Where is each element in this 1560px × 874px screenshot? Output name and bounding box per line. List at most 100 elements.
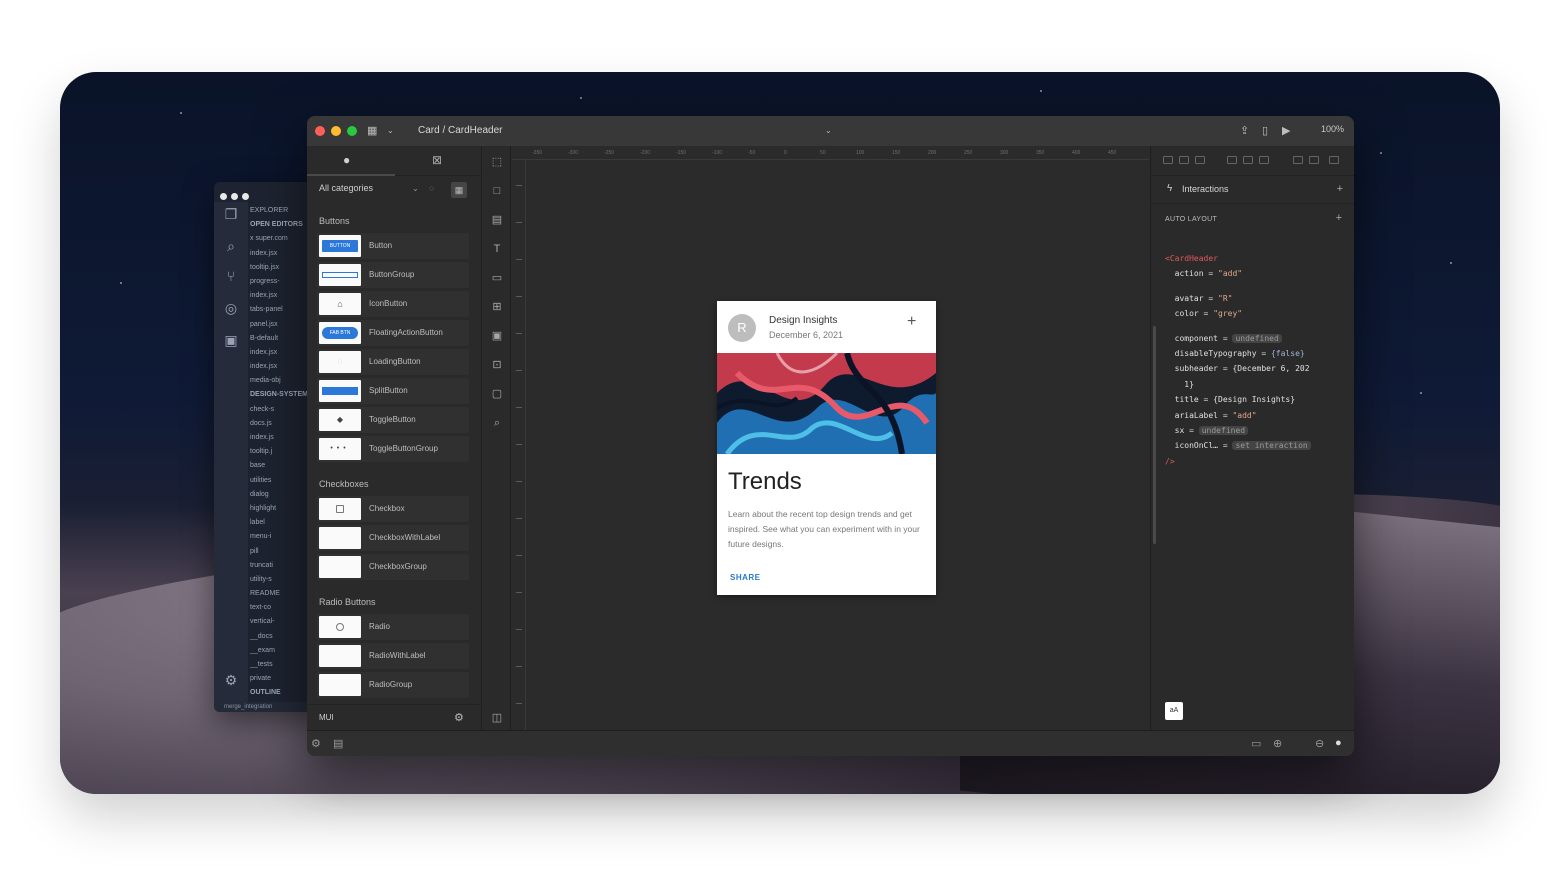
gear-icon[interactable]: ⚙	[454, 711, 464, 724]
breadcrumb[interactable]: Card / CardHeader	[418, 125, 502, 136]
source-control-icon[interactable]: ⑂	[223, 268, 239, 284]
section-title: Checkboxes	[319, 479, 369, 489]
interactions-section[interactable]: ϟ Interactions +	[1151, 176, 1354, 204]
prop-value[interactable]: "add"	[1232, 411, 1256, 420]
component-item[interactable]: Radio	[317, 614, 469, 640]
card-preview[interactable]: R Design Insights December 6, 2021 + Tre…	[717, 301, 936, 595]
inspector-scrollbar[interactable]	[1153, 326, 1156, 544]
component-item[interactable]: CheckboxGroup	[317, 554, 469, 580]
text-style-swatch[interactable]: aA	[1165, 702, 1183, 720]
component-item[interactable]: CheckboxWithLabel	[317, 525, 469, 551]
align-top-icon[interactable]	[1227, 156, 1237, 164]
screen-icon[interactable]: ▭	[1251, 737, 1261, 750]
align-left-icon[interactable]	[1163, 156, 1173, 164]
prop-key: sx	[1174, 426, 1185, 436]
code-icon[interactable]: ◫	[491, 712, 503, 724]
search-icon[interactable]: ○	[429, 183, 434, 193]
radio-group-thumbnail	[319, 674, 361, 696]
add-auto-layout-icon[interactable]: +	[1336, 212, 1342, 224]
design-canvas[interactable]: -350 -300 -250 -200 -150 -100 -50 0 50 100 150 2…	[512, 146, 1149, 734]
set-interaction-button[interactable]: set interaction	[1232, 441, 1311, 451]
component-item[interactable]: RadioGroup	[317, 672, 469, 698]
library-select[interactable]: MUI	[319, 713, 334, 722]
add-interaction-icon[interactable]: +	[1337, 183, 1343, 195]
settings-icon[interactable]: ⚙	[311, 737, 321, 750]
component-item[interactable]: BUTTON Button	[317, 233, 469, 259]
text-icon[interactable]: T	[491, 243, 503, 255]
code-tag-close: />	[1165, 456, 1175, 466]
props-code-editor[interactable]: <CardHeader action = "add" avatar = "R" …	[1165, 251, 1350, 469]
prop-value[interactable]: "R"	[1218, 294, 1232, 303]
component-label: RadioWithLabel	[369, 651, 426, 660]
layout-icon[interactable]: ⊞	[491, 301, 503, 313]
share-icon[interactable]: ⇪	[1240, 124, 1249, 137]
distribute-h-icon[interactable]	[1293, 156, 1303, 164]
gear-icon[interactable]: ⚙	[223, 672, 239, 688]
share-button[interactable]: SHARE	[730, 573, 761, 582]
chevron-down-icon[interactable]: ⌄	[387, 126, 394, 135]
component-item[interactable]: ButtonGroup	[317, 262, 469, 288]
component-label: ButtonGroup	[369, 270, 415, 279]
add-icon[interactable]: +	[907, 313, 916, 331]
components-tab-icon[interactable]: ●	[343, 153, 350, 167]
align-right-icon[interactable]	[1195, 156, 1205, 164]
branch-name[interactable]: merge_integration	[224, 704, 272, 710]
prop-value[interactable]: "add"	[1218, 269, 1242, 278]
close-window-button[interactable]	[315, 126, 325, 136]
container-icon[interactable]: ⊡	[491, 359, 503, 371]
star	[1380, 152, 1382, 154]
device-icon[interactable]: ▯	[1262, 124, 1268, 137]
input-icon[interactable]: ▭	[491, 272, 503, 284]
component-item[interactable]: Checkbox	[317, 496, 469, 522]
align-middle-icon[interactable]	[1243, 156, 1253, 164]
minus-circle-icon[interactable]: ⊖	[1315, 737, 1324, 750]
zoom-level[interactable]: 100%	[1321, 124, 1344, 134]
checkbox-thumbnail	[319, 498, 361, 520]
minimize-window-button[interactable]	[331, 126, 341, 136]
search-icon[interactable]: ⌕	[223, 238, 239, 254]
layers-icon[interactable]: ▤	[333, 737, 343, 750]
select-frame-icon[interactable]: ⬚	[491, 156, 503, 168]
align-center-icon[interactable]	[1179, 156, 1189, 164]
prop-value[interactable]: {December 6, 202	[1232, 364, 1309, 373]
checkbox-group-thumbnail	[319, 556, 361, 578]
component-item[interactable]: ◌ LoadingButton	[317, 349, 469, 375]
files-icon[interactable]: ❐	[223, 206, 239, 222]
prop-value-continued[interactable]: 1}	[1184, 380, 1194, 389]
component-label: ToggleButtonGroup	[369, 444, 438, 453]
rectangle-icon[interactable]: □	[491, 185, 503, 197]
card-media-image	[717, 353, 936, 454]
tidy-icon[interactable]	[1329, 156, 1339, 164]
grid-view-icon[interactable]: ▦	[451, 182, 467, 198]
comment-icon[interactable]: ▢	[491, 388, 503, 400]
component-label: Button	[369, 241, 393, 250]
help-icon[interactable]: ●	[1335, 737, 1342, 749]
component-item[interactable]: ••• ToggleButtonGroup	[317, 436, 469, 462]
component-item[interactable]: RadioWithLabel	[317, 643, 469, 669]
chevron-down-icon[interactable]: ⌄	[412, 184, 419, 193]
maximize-window-button[interactable]	[347, 126, 357, 136]
alignment-toolbar	[1151, 146, 1354, 176]
debug-icon[interactable]: ◎	[223, 300, 239, 316]
extensions-icon[interactable]: ▣	[223, 332, 239, 348]
prop-value[interactable]: {Design Insights}	[1213, 395, 1295, 404]
component-item[interactable]: FAB BTN FloatingActionButton	[317, 320, 469, 346]
align-bottom-icon[interactable]	[1259, 156, 1269, 164]
star	[1040, 90, 1042, 92]
component-item[interactable]: ◆ ToggleButton	[317, 407, 469, 433]
assets-tab-icon[interactable]: ⊠	[432, 153, 442, 167]
search-icon[interactable]: ⌕	[491, 417, 503, 429]
globe-icon[interactable]: ⊕	[1273, 737, 1282, 750]
component-item[interactable]: ⌂ IconButton	[317, 291, 469, 317]
distribute-v-icon[interactable]	[1309, 156, 1319, 164]
component-item[interactable]: SplitButton	[317, 378, 469, 404]
component-icon[interactable]: ▤	[491, 214, 503, 226]
prop-value[interactable]: undefined	[1198, 426, 1249, 436]
chevron-down-icon[interactable]: ⌄	[825, 126, 832, 135]
prop-value[interactable]: undefined	[1232, 333, 1282, 343]
play-icon[interactable]: ▶	[1282, 124, 1290, 137]
prop-value[interactable]: "grey"	[1213, 309, 1242, 318]
grid-menu-icon[interactable]: ▦	[367, 124, 377, 137]
image-icon[interactable]: ▣	[491, 330, 503, 342]
prop-value[interactable]: {false}	[1271, 349, 1305, 358]
